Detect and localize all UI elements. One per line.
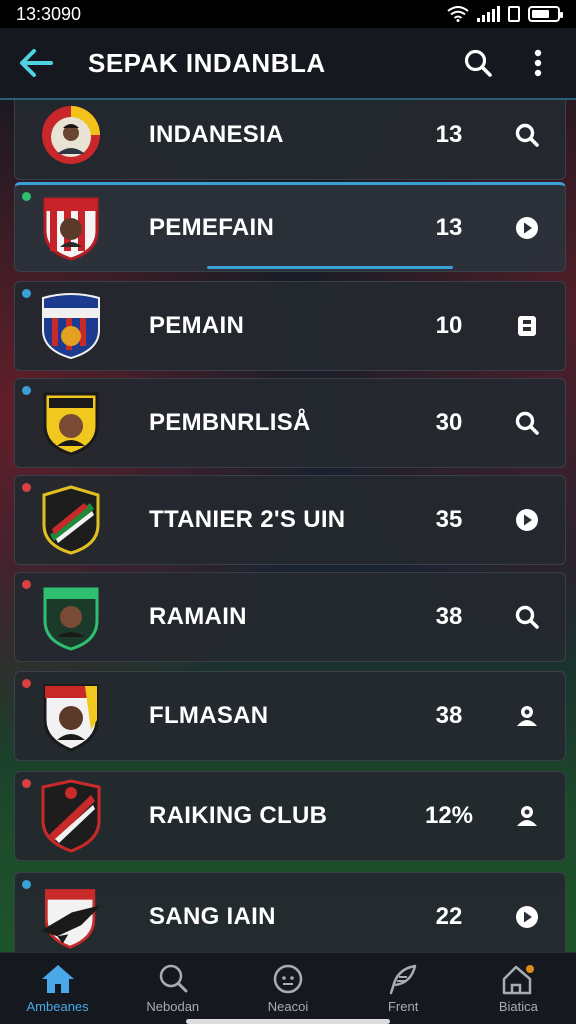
club-name: TTANIER 2'S UIN: [149, 506, 346, 533]
status-dot: [22, 679, 31, 688]
row-action-button[interactable]: [509, 599, 545, 635]
progress-bar: [207, 266, 453, 269]
club-value: 13: [435, 121, 463, 148]
list-item[interactable]: PEMAIN 10: [14, 281, 566, 371]
row-action-button[interactable]: [509, 308, 545, 344]
club-name: FLMASAN: [149, 702, 269, 729]
sim-icon: [508, 6, 520, 22]
club-crest: [39, 779, 103, 853]
search-icon: [515, 411, 539, 435]
search-button[interactable]: [458, 43, 498, 83]
status-dot: [22, 386, 31, 395]
club-value: 13: [435, 214, 463, 241]
row-action-button[interactable]: [509, 502, 545, 538]
nav-label: Frent: [387, 999, 419, 1014]
club-crest: [39, 883, 103, 951]
back-button[interactable]: [18, 45, 54, 81]
club-crest: [39, 292, 103, 360]
feather-icon: [389, 964, 417, 995]
app-bar: SEPAK INDANBLA: [0, 28, 576, 100]
search-icon: [515, 123, 539, 147]
ball-icon: [273, 964, 303, 994]
club-name: RAMAIN: [149, 603, 247, 630]
list-item[interactable]: RAIKING CLUB 12%: [14, 771, 566, 861]
club-crest: [39, 682, 103, 752]
status-dot: [22, 880, 31, 889]
battery-icon: [528, 6, 563, 22]
row-action-button[interactable]: [509, 405, 545, 441]
status-dot: [22, 483, 31, 492]
status-icons: [447, 6, 563, 22]
list-item[interactable]: PEMBNRLISÅ 30: [14, 378, 566, 468]
house-badge-icon: [503, 965, 535, 995]
status-dot: [22, 289, 31, 298]
nav-label: Ambeanes: [26, 999, 89, 1014]
play-icon: [516, 217, 538, 239]
bottom-nav: Ambeanes Nebodan Neacoi Frent Biatica: [0, 952, 576, 1024]
club-name: PEMBNRLISÅ: [149, 409, 311, 436]
status-dot: [22, 580, 31, 589]
list-item[interactable]: TTANIER 2'S UIN 35: [14, 475, 566, 565]
club-name: SANG IAIN: [149, 903, 276, 930]
row-action-button[interactable]: [509, 698, 545, 734]
nav-item-home[interactable]: Ambeanes: [3, 963, 113, 1014]
play-icon: [516, 509, 538, 531]
nav-item-ball[interactable]: Neacoi: [233, 963, 343, 1014]
club-name: PEMEFAIN: [149, 214, 275, 241]
nav-item-stats[interactable]: Biatica: [463, 963, 573, 1014]
list-item[interactable]: INDANESIA 13: [14, 100, 566, 180]
list-item[interactable]: SANG IAIN 22: [14, 872, 566, 952]
status-dot: [22, 192, 31, 201]
status-time: 13:3090: [16, 3, 82, 24]
list-item[interactable]: RAMAIN 38: [14, 572, 566, 662]
row-action-button[interactable]: [509, 798, 545, 834]
club-name: PEMAIN: [149, 312, 245, 339]
more-vertical-icon: [534, 49, 542, 77]
club-value: 35: [435, 506, 463, 533]
club-value: 10: [435, 312, 463, 339]
club-crest: [39, 485, 103, 555]
nav-item-search[interactable]: Nebodan: [118, 963, 228, 1014]
club-crest: [39, 583, 103, 651]
club-value: 22: [435, 903, 463, 930]
nav-label: Biatica: [498, 999, 538, 1014]
list-item[interactable]: PEMEFAIN 13: [14, 182, 566, 272]
home-indicator: [186, 1019, 390, 1024]
arrow-left-icon: [20, 49, 53, 77]
nav-label: Nebodan: [146, 999, 200, 1014]
club-name: RAIKING CLUB: [149, 802, 328, 829]
list-item[interactable]: FLMASAN 38: [14, 671, 566, 761]
more-menu-button[interactable]: [518, 43, 558, 83]
play-icon: [516, 906, 538, 928]
club-crest: [39, 389, 103, 457]
search-icon: [159, 964, 188, 993]
club-value: 12%: [424, 802, 474, 829]
club-list: INDANESIA 13 PEMEFAIN 13 PEMAIN 10 PEMBN…: [14, 100, 566, 952]
search-icon: [515, 605, 539, 629]
bookmark-icon: [518, 316, 536, 336]
row-action-button[interactable]: [509, 899, 545, 935]
nav-label: Neacoi: [267, 999, 309, 1014]
signal-icon: [477, 6, 500, 22]
profile-icon: [517, 806, 537, 826]
search-icon: [464, 49, 492, 77]
club-crest: [39, 194, 103, 262]
row-action-button[interactable]: [509, 210, 545, 246]
club-name: INDANESIA: [149, 121, 284, 148]
page-title: SEPAK INDANBLA: [88, 47, 326, 78]
row-action-button[interactable]: [509, 117, 545, 153]
nav-item-feather[interactable]: Frent: [348, 963, 458, 1014]
club-value: 30: [435, 409, 463, 436]
club-crest: [39, 101, 103, 169]
status-dot: [22, 779, 31, 788]
status-bar: 13:3090: [0, 0, 576, 28]
home-icon: [41, 965, 74, 993]
club-value: 38: [435, 702, 463, 729]
profile-icon: [517, 706, 537, 726]
wifi-icon: [447, 6, 469, 22]
club-value: 38: [435, 603, 463, 630]
